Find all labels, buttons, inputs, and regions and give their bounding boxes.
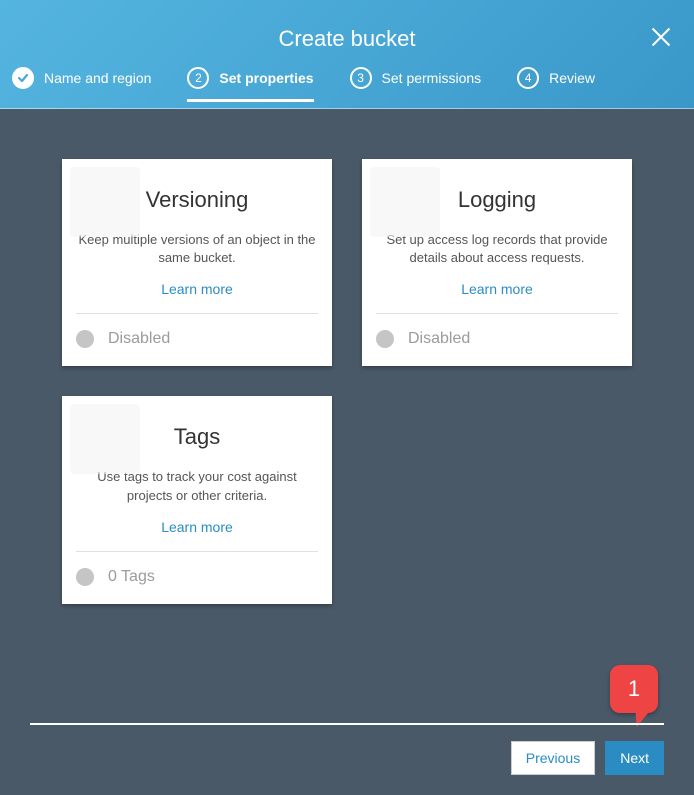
previous-button[interactable]: Previous — [511, 741, 595, 775]
logging-card[interactable]: Logging Set up access log records that p… — [362, 159, 632, 366]
status-dot-icon — [376, 330, 394, 348]
header-divider — [0, 108, 694, 109]
wizard-footer: Previous Next — [30, 723, 664, 775]
close-icon[interactable] — [648, 24, 674, 50]
callout-number: 1 — [628, 676, 640, 702]
card-head: Versioning — [62, 159, 332, 223]
card-title: Versioning — [72, 187, 322, 213]
learn-more-link[interactable]: Learn more — [62, 511, 332, 551]
check-icon — [12, 67, 34, 89]
properties-content: Versioning Keep multiple versions of an … — [0, 109, 694, 624]
annotation-callout: 1 — [610, 665, 658, 713]
card-head: Logging — [362, 159, 632, 223]
learn-more-link[interactable]: Learn more — [362, 273, 632, 313]
tags-card[interactable]: Tags Use tags to track your cost against… — [62, 396, 332, 603]
step-review[interactable]: 4 Review — [517, 67, 595, 99]
step-set-properties[interactable]: 2 Set properties — [187, 67, 313, 102]
step-number-icon: 3 — [350, 67, 372, 89]
next-button[interactable]: Next — [605, 741, 664, 775]
learn-more-link[interactable]: Learn more — [62, 273, 332, 313]
step-label: Review — [549, 70, 595, 86]
step-set-permissions[interactable]: 3 Set permissions — [350, 67, 482, 99]
step-number-icon: 2 — [187, 67, 209, 89]
status-text: Disabled — [408, 330, 470, 348]
card-status: Disabled — [376, 313, 618, 366]
step-label: Set properties — [219, 70, 313, 86]
step-label: Set permissions — [382, 70, 482, 86]
header-bg-pattern — [10, 8, 130, 108]
status-text: Disabled — [108, 330, 170, 348]
wizard-header: Create bucket Name and region 2 Set prop… — [0, 0, 694, 109]
footer-buttons: Previous Next — [30, 741, 664, 775]
card-status: 0 Tags — [76, 551, 318, 604]
status-dot-icon — [76, 568, 94, 586]
card-title: Tags — [72, 424, 322, 450]
status-dot-icon — [76, 330, 94, 348]
card-title: Logging — [372, 187, 622, 213]
footer-divider — [30, 723, 664, 725]
card-status: Disabled — [76, 313, 318, 366]
step-number-icon: 4 — [517, 67, 539, 89]
status-text: 0 Tags — [108, 568, 155, 586]
versioning-card[interactable]: Versioning Keep multiple versions of an … — [62, 159, 332, 366]
card-head: Tags — [62, 396, 332, 460]
